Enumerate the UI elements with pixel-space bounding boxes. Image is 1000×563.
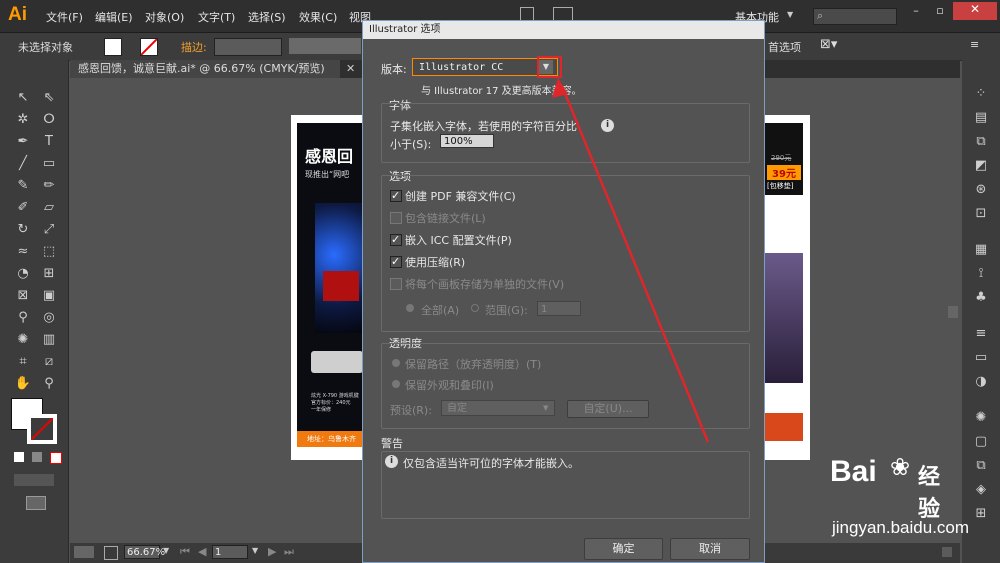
watermark-url: jingyan.baidu.com xyxy=(832,518,970,537)
watermark-brand: Bai xyxy=(830,455,877,488)
baidu-watermark: Bai ❀ 经验 xyxy=(830,453,960,522)
watermark-brand-cn: 经验 xyxy=(918,465,941,522)
paw-icon: ❀ xyxy=(890,453,911,481)
